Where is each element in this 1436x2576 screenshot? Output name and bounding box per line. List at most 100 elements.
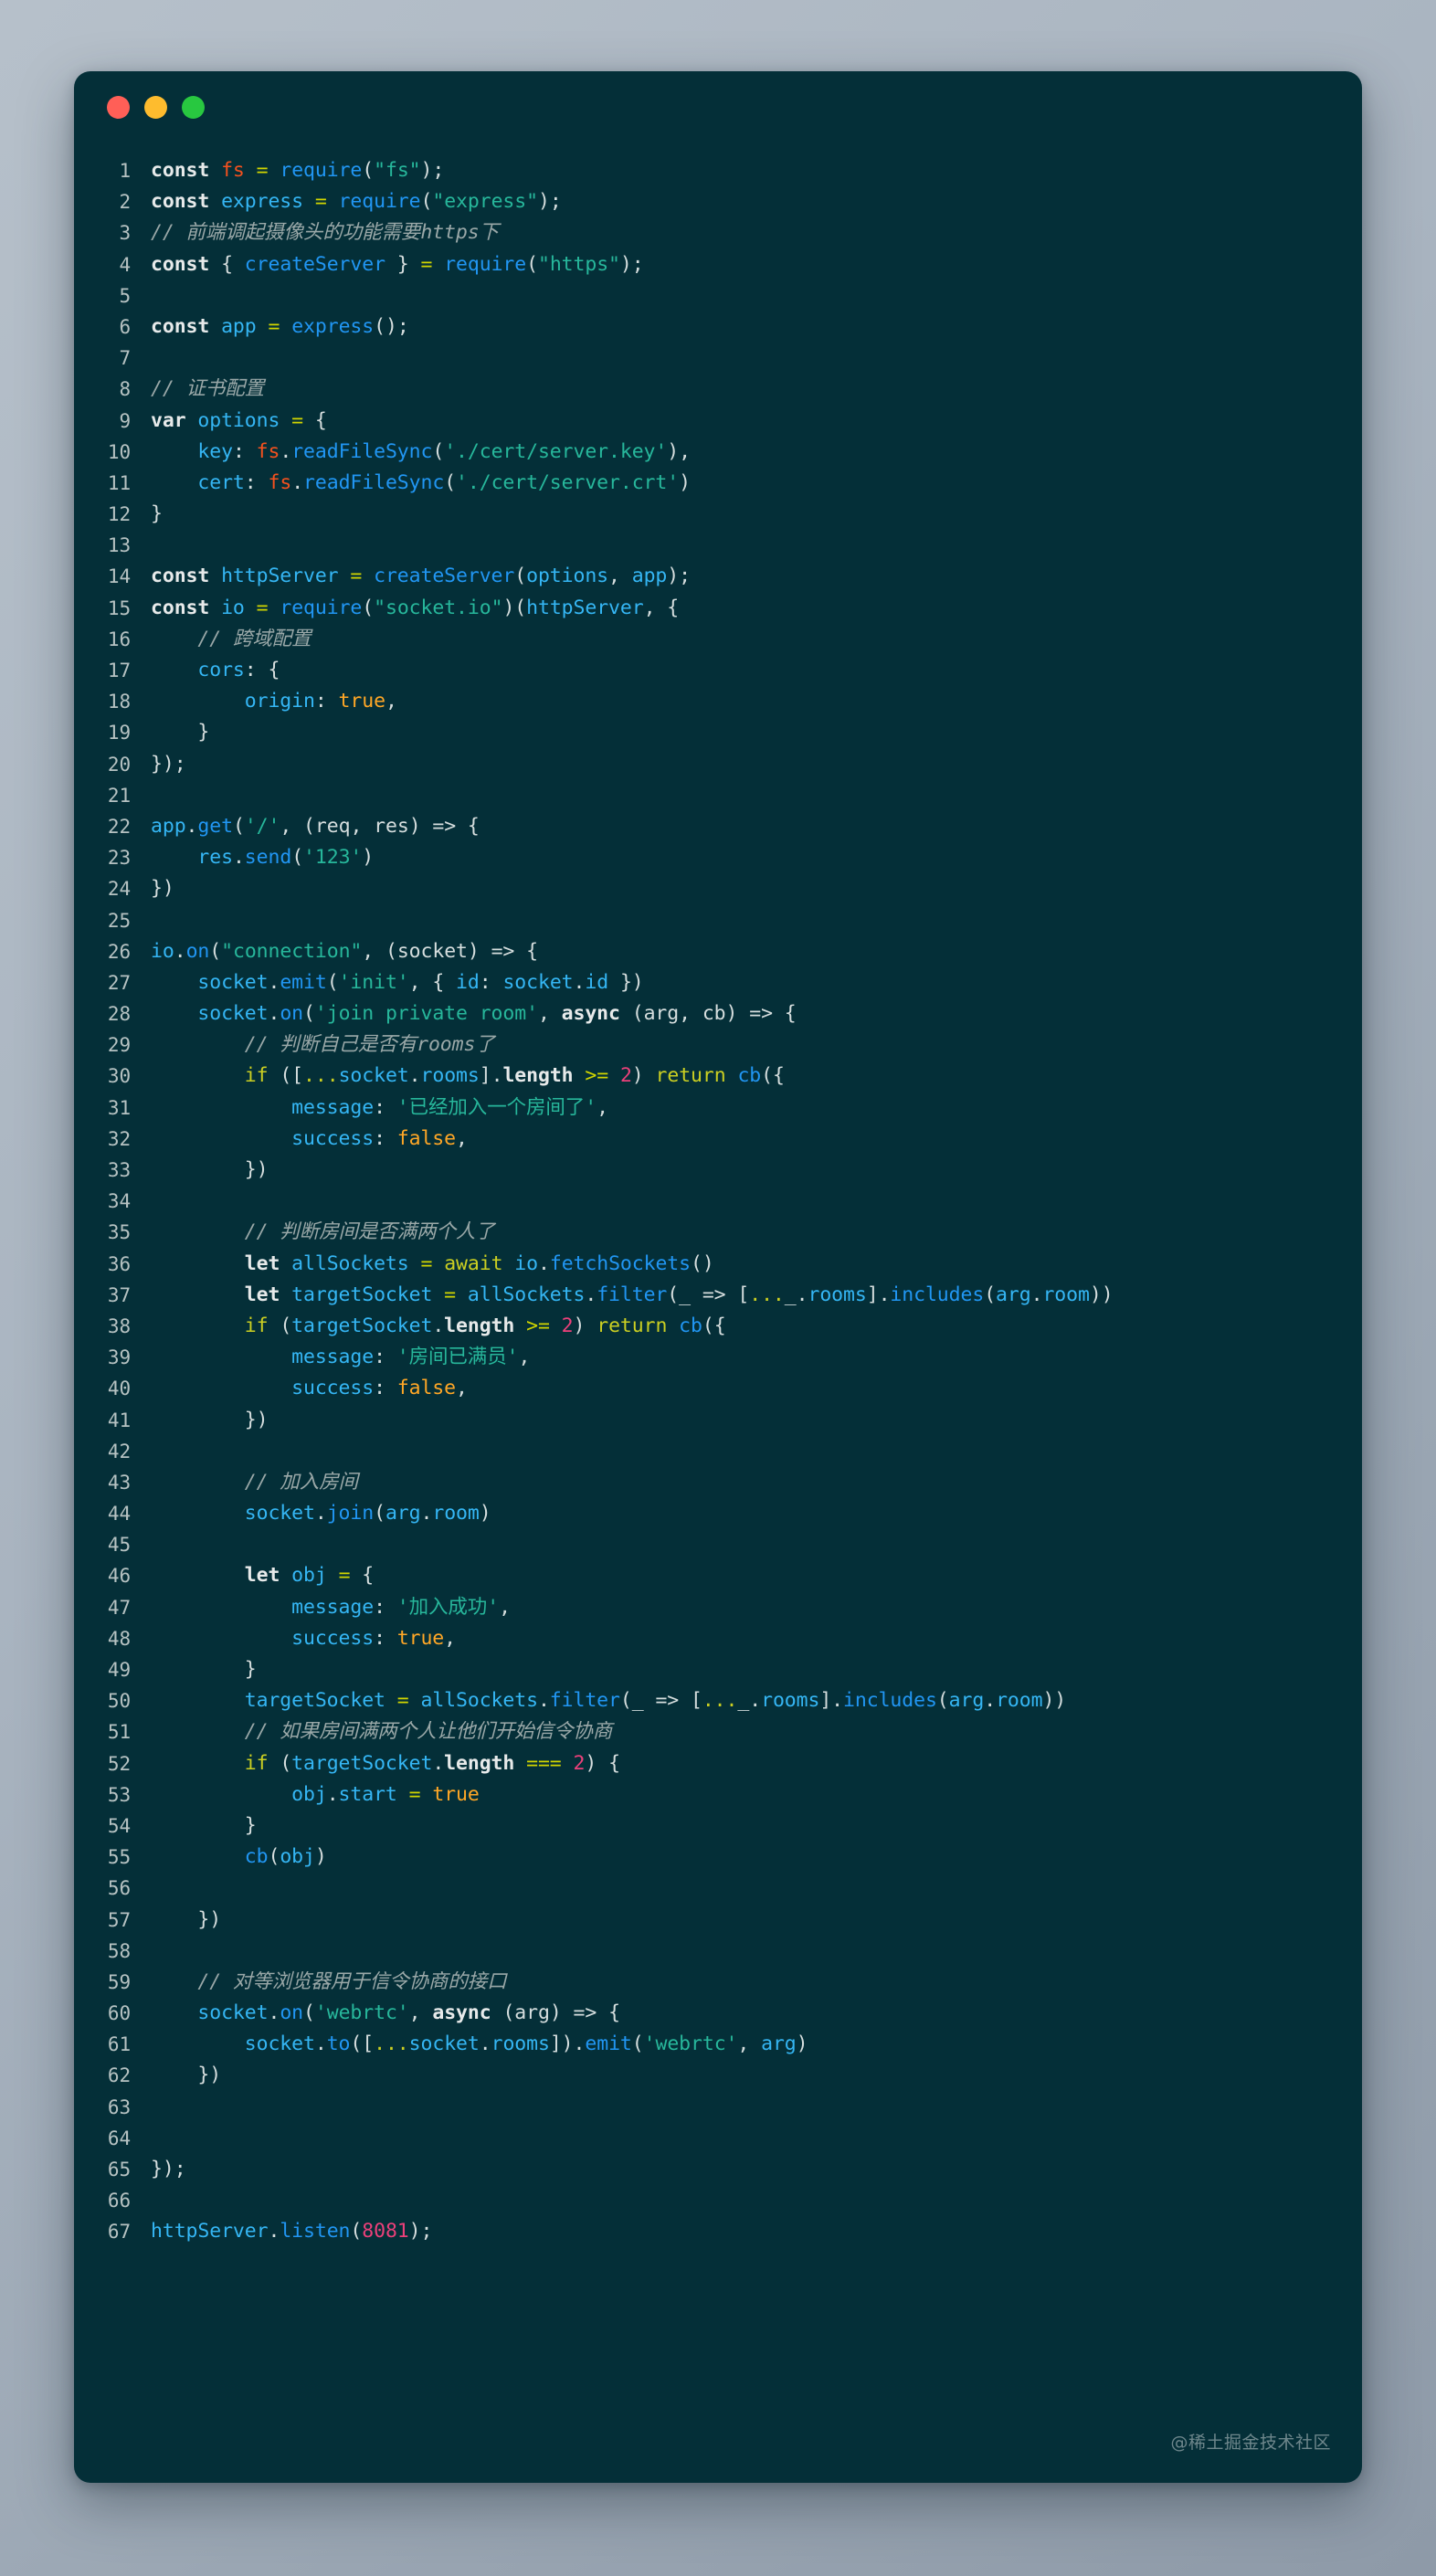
- code-token: cb: [244, 1845, 269, 1869]
- code-token: async: [432, 2001, 491, 2025]
- code-line[interactable]: 42: [74, 1436, 1362, 1467]
- code-token: (: [303, 2001, 315, 2025]
- code-line[interactable]: 28 socket.on('join private room', async …: [74, 998, 1362, 1029]
- code-line[interactable]: 62 }): [74, 2060, 1362, 2091]
- code-line[interactable]: 3 // 前端调起摄像头的功能需要https下: [74, 217, 1362, 248]
- code-token: ): [679, 470, 691, 494]
- code-line[interactable]: 26 io.on("connection", (socket) => {: [74, 936, 1362, 967]
- code-token: 'join private room': [314, 1002, 538, 1026]
- line-content: // 如果房间满两个人让他们开始信令协商: [151, 1716, 1362, 1747]
- code-token: (: [420, 190, 433, 214]
- code-line[interactable]: 54 }: [74, 1811, 1362, 1842]
- code-line[interactable]: 51 // 如果房间满两个人让他们开始信令协商: [74, 1716, 1362, 1747]
- code-line[interactable]: 66: [74, 2185, 1362, 2216]
- code-line[interactable]: 25: [74, 905, 1362, 936]
- code-token: :: [244, 470, 269, 494]
- code-line[interactable]: 29 // 判断自己是否有rooms了: [74, 1029, 1362, 1061]
- code-line[interactable]: 50 targetSocket = allSockets.filter(_ =>…: [74, 1685, 1362, 1716]
- code-token: (: [984, 1283, 997, 1306]
- code-line[interactable]: 41 }): [74, 1405, 1362, 1436]
- line-content: // 跨域配置: [151, 624, 1362, 655]
- code-line[interactable]: 61 socket.to([...socket.rooms]).emit('we…: [74, 2029, 1362, 2060]
- minimize-window-button[interactable]: [144, 95, 167, 119]
- code-line[interactable]: 19 }: [74, 717, 1362, 748]
- code-line[interactable]: 65});: [74, 2154, 1362, 2185]
- code-line[interactable]: 16 // 跨域配置: [74, 624, 1362, 655]
- code-line[interactable]: 30 if ([...socket.rooms].length >= 2) re…: [74, 1061, 1362, 1092]
- code-line[interactable]: 46 let obj = {: [74, 1560, 1362, 1591]
- code-line[interactable]: 5: [74, 280, 1362, 311]
- line-number: 5: [119, 284, 131, 307]
- code-line[interactable]: 33 }): [74, 1155, 1362, 1186]
- code-line[interactable]: 4 const { createServer } = require("https…: [74, 249, 1362, 280]
- code-token: :: [374, 1095, 397, 1119]
- code-line[interactable]: 59 // 对等浏览器用于信令协商的接口: [74, 1967, 1362, 1998]
- line-number: 27: [107, 971, 131, 994]
- code-line[interactable]: 45: [74, 1529, 1362, 1560]
- code-line[interactable]: 36 let allSockets = await io.fetchSocket…: [74, 1249, 1362, 1280]
- code-line[interactable]: 8 // 证书配置: [74, 374, 1362, 405]
- code-line[interactable]: 11 cert: fs.readFileSync('./cert/server.…: [74, 468, 1362, 499]
- code-token: fetchSockets: [549, 1251, 691, 1275]
- code-line[interactable]: 15 const io = require("socket.io")(httpSe…: [74, 593, 1362, 624]
- code-line[interactable]: 7: [74, 343, 1362, 374]
- code-line[interactable]: 60 socket.on('webrtc', async (arg) => {: [74, 1998, 1362, 2029]
- code-line[interactable]: 58: [74, 1936, 1362, 1967]
- code-editor[interactable]: 1 const fs = require("fs"); 2 const express…: [74, 143, 1362, 2275]
- code-line[interactable]: 52 if (targetSocket.length === 2) {: [74, 1748, 1362, 1779]
- code-line[interactable]: 35 // 判断房间是否满两个人了: [74, 1217, 1362, 1248]
- code-line[interactable]: 1 const fs = require("fs");: [74, 155, 1362, 186]
- code-line[interactable]: 53 obj.start = true: [74, 1779, 1362, 1811]
- maximize-window-button[interactable]: [182, 95, 205, 119]
- code-line[interactable]: 13: [74, 530, 1362, 561]
- code-token: }): [151, 2064, 222, 2087]
- close-window-button[interactable]: [107, 95, 130, 119]
- code-token: const: [151, 314, 222, 338]
- code-line[interactable]: 34: [74, 1186, 1362, 1217]
- code-line[interactable]: 48 success: true,: [74, 1623, 1362, 1654]
- code-line[interactable]: 57 }): [74, 1905, 1362, 1936]
- code-token: ) => {: [549, 2001, 620, 2025]
- code-line[interactable]: 56: [74, 1873, 1362, 1904]
- code-token: ([: [350, 2032, 375, 2056]
- code-token: app: [221, 314, 257, 338]
- code-line[interactable]: 24}): [74, 873, 1362, 904]
- code-line[interactable]: 27 socket.emit('init', { id: socket.id }…: [74, 967, 1362, 998]
- code-line[interactable]: 20});: [74, 749, 1362, 780]
- line-content: // 前端调起摄像头的功能需要https下: [151, 217, 1362, 248]
- code-line[interactable]: 22 app.get('/', (req, res) => {: [74, 811, 1362, 842]
- code-line[interactable]: 18 origin: true,: [74, 686, 1362, 717]
- code-line[interactable]: 31 message: '已经加入一个房间了',: [74, 1093, 1362, 1124]
- code-line[interactable]: 32 success: false,: [74, 1124, 1362, 1155]
- line-content: const io = require("socket.io")(httpServ…: [151, 593, 1362, 624]
- code-line[interactable]: 67 httpServer.listen(8081);: [74, 2216, 1362, 2247]
- code-line[interactable]: 64: [74, 2123, 1362, 2154]
- code-line[interactable]: 2 const express = require("express");: [74, 186, 1362, 217]
- code-line[interactable]: 44 socket.join(arg.room): [74, 1498, 1362, 1529]
- code-line[interactable]: 49 }: [74, 1654, 1362, 1685]
- code-line[interactable]: 63: [74, 2092, 1362, 2123]
- code-line[interactable]: 23 res.send('123'): [74, 842, 1362, 873]
- code-line[interactable]: 43 // 加入房间: [74, 1467, 1362, 1498]
- code-line[interactable]: 38 if (targetSocket.length >= 2) return …: [74, 1311, 1362, 1342]
- code-line[interactable]: 47 message: '加入成功',: [74, 1592, 1362, 1623]
- code-line[interactable]: 9 var options = {: [74, 406, 1362, 437]
- line-content: socket.join(arg.room): [151, 1498, 1362, 1529]
- code-line[interactable]: 14 const httpServer = createServer(option…: [74, 561, 1362, 592]
- code-line[interactable]: 40 success: false,: [74, 1373, 1362, 1404]
- line-content: }: [151, 499, 1362, 530]
- code-token: if: [244, 1064, 269, 1088]
- code-token: require: [444, 252, 527, 276]
- code-line[interactable]: 10 key: fs.readFileSync('./cert/server.k…: [74, 437, 1362, 468]
- code-line[interactable]: 55 cb(obj): [74, 1842, 1362, 1873]
- code-token: arg: [948, 1689, 985, 1713]
- code-line[interactable]: 6 const app = express();: [74, 311, 1362, 343]
- code-line[interactable]: 12}: [74, 499, 1362, 530]
- line-number: 34: [107, 1190, 131, 1213]
- code-line[interactable]: 17 cors: {: [74, 655, 1362, 686]
- code-line[interactable]: 39 message: '房间已满员',: [74, 1342, 1362, 1373]
- code-line[interactable]: 37 let targetSocket = allSockets.filter(…: [74, 1280, 1362, 1311]
- code-line[interactable]: 21: [74, 780, 1362, 811]
